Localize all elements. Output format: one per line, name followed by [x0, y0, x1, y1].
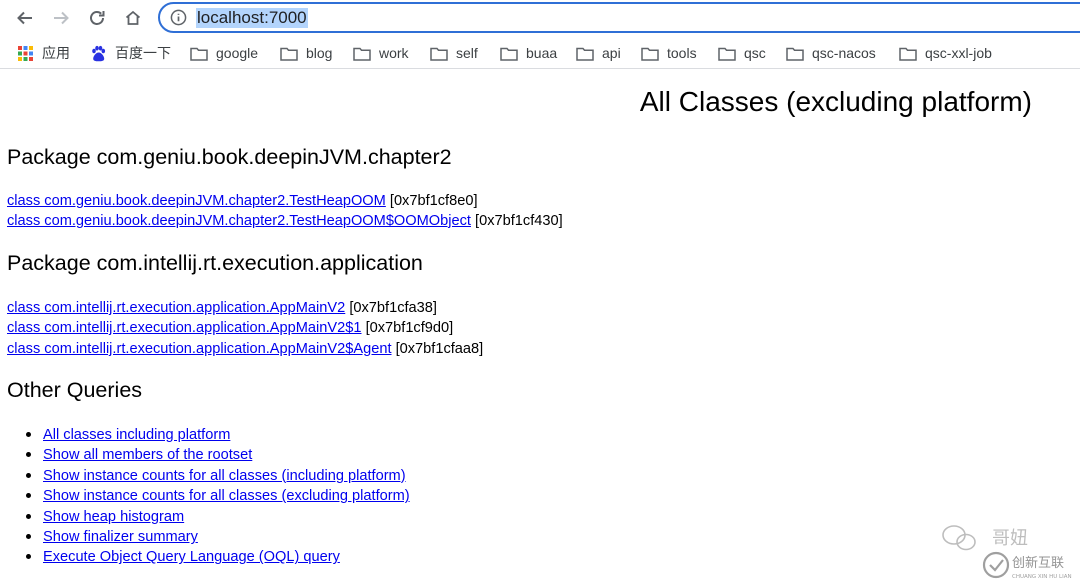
wechat-icon: [942, 525, 976, 551]
folder-icon: [190, 46, 208, 61]
bookmark-folder-google[interactable]: google: [190, 42, 258, 64]
bookmark-folder-qsc-nacos[interactable]: qsc-nacos: [786, 42, 876, 64]
folder-icon: [899, 46, 917, 61]
bookmark-label: qsc: [744, 45, 766, 61]
bookmark-folder-qsc-xxl-job[interactable]: qsc-xxl-job: [899, 42, 992, 64]
brand-watermark-text: 创新互联: [1012, 555, 1064, 571]
list-item: Show heap histogram: [26, 507, 410, 527]
address-bar[interactable]: localhost:7000: [158, 2, 1080, 33]
class-link[interactable]: class com.geniu.book.deepinJVM.chapter2.…: [7, 213, 471, 229]
list-item: All classes including platform: [26, 425, 410, 445]
bookmark-label: api: [602, 45, 621, 61]
folder-icon: [718, 46, 736, 61]
other-queries-list: All classes including platform Show all …: [26, 425, 410, 568]
bookmark-label: blog: [306, 45, 333, 61]
class-entry: class com.intellij.rt.execution.applicat…: [7, 340, 483, 358]
class-link[interactable]: class com.geniu.book.deepinJVM.chapter2.…: [7, 193, 386, 209]
bookmark-label: 百度一下: [115, 45, 171, 61]
bookmark-apps[interactable]: 应用: [17, 42, 70, 64]
folder-icon: [280, 46, 298, 61]
class-address: [0x7bf1cfa38]: [349, 300, 437, 316]
class-entry: class com.geniu.book.deepinJVM.chapter2.…: [7, 212, 563, 230]
bookmark-folder-api[interactable]: api: [576, 42, 621, 64]
bookmark-folder-qsc[interactable]: qsc: [718, 42, 766, 64]
package-heading: Package com.geniu.book.deepinJVM.chapter…: [7, 145, 452, 169]
bookmark-label: buaa: [526, 45, 558, 61]
query-link-finalizer-summary[interactable]: Show finalizer summary: [43, 529, 198, 545]
url-text[interactable]: localhost:7000: [196, 8, 308, 28]
bookmark-label: qsc-nacos: [812, 45, 876, 61]
bookmark-label: tools: [667, 45, 697, 61]
query-link-rootset[interactable]: Show all members of the rootset: [43, 447, 252, 463]
folder-icon: [353, 46, 371, 61]
bookmark-folder-blog[interactable]: blog: [280, 42, 332, 64]
bookmark-label: google: [216, 45, 259, 61]
toolbar-divider: [0, 68, 1080, 69]
list-item: Show all members of the rootset: [26, 445, 410, 465]
class-address: [0x7bf1cf8e0]: [389, 193, 478, 209]
list-item: Execute Object Query Language (OQL) quer…: [26, 547, 410, 567]
back-button[interactable]: [12, 5, 38, 31]
list-item: Show finalizer summary: [26, 527, 410, 547]
page-title: All Classes (excluding platform): [639, 86, 1032, 117]
bookmark-baidu[interactable]: 百度一下: [90, 42, 171, 64]
home-icon: [125, 10, 141, 25]
class-link[interactable]: class com.intellij.rt.execution.applicat…: [7, 300, 345, 316]
home-button[interactable]: [120, 5, 146, 31]
list-item: Show instance counts for all classes (in…: [26, 466, 410, 486]
bookmark-folder-self[interactable]: self: [430, 42, 478, 64]
query-link-instance-counts-excluding[interactable]: Show instance counts for all classes (ex…: [43, 488, 410, 504]
reload-button[interactable]: [84, 5, 110, 31]
arrow-right-icon: [54, 11, 69, 25]
wechat-watermark-text: 哥妞: [992, 528, 1028, 549]
folder-icon: [430, 46, 448, 61]
list-item: Show instance counts for all classes (ex…: [26, 486, 410, 506]
class-address: [0x7bf1cfaa8]: [395, 341, 484, 357]
package-heading: Package com.intellij.rt.execution.applic…: [7, 251, 423, 275]
info-icon[interactable]: [170, 9, 187, 26]
folder-icon: [576, 46, 594, 61]
class-link[interactable]: class com.intellij.rt.execution.applicat…: [7, 320, 362, 336]
class-entry: class com.intellij.rt.execution.applicat…: [7, 319, 453, 337]
query-link-all-classes[interactable]: All classes including platform: [43, 427, 230, 443]
brand-watermark: 创新互联 CHUANG XIN HU LIAN: [982, 551, 1072, 580]
other-queries-heading: Other Queries: [7, 378, 143, 402]
query-link-instance-counts-including[interactable]: Show instance counts for all classes (in…: [43, 468, 406, 484]
bookmark-label: work: [379, 45, 409, 61]
reload-icon: [90, 11, 105, 25]
bookmark-folder-work[interactable]: work: [353, 42, 409, 64]
bookmark-folder-buaa[interactable]: buaa: [500, 42, 557, 64]
baidu-paw-icon: [90, 45, 107, 62]
class-address: [0x7bf1cf430]: [475, 213, 563, 229]
brand-logo-icon: [982, 551, 1010, 579]
browser-toolbar: localhost:7000: [0, 0, 1080, 36]
arrow-left-icon: [17, 11, 32, 25]
class-entry: class com.geniu.book.deepinJVM.chapter2.…: [7, 192, 478, 210]
query-link-oql[interactable]: Execute Object Query Language (OQL) quer…: [43, 549, 340, 565]
folder-icon: [641, 46, 659, 61]
bookmark-label: self: [456, 45, 478, 61]
bookmark-label: qsc-xxl-job: [925, 45, 992, 61]
forward-button[interactable]: [48, 5, 74, 31]
apps-grid-icon: [17, 45, 34, 62]
bookmarks-bar: 应用 百度一下 google blog work self buaa api t…: [0, 38, 1080, 68]
bookmark-folder-tools[interactable]: tools: [641, 42, 697, 64]
bookmark-label: 应用: [42, 45, 70, 61]
class-link[interactable]: class com.intellij.rt.execution.applicat…: [7, 341, 392, 357]
query-link-heap-histogram[interactable]: Show heap histogram: [43, 509, 184, 525]
brand-watermark-subtext: CHUANG XIN HU LIAN: [1012, 574, 1072, 580]
class-address: [0x7bf1cf9d0]: [365, 320, 454, 336]
folder-icon: [786, 46, 804, 61]
class-entry: class com.intellij.rt.execution.applicat…: [7, 299, 437, 317]
folder-icon: [500, 46, 518, 61]
